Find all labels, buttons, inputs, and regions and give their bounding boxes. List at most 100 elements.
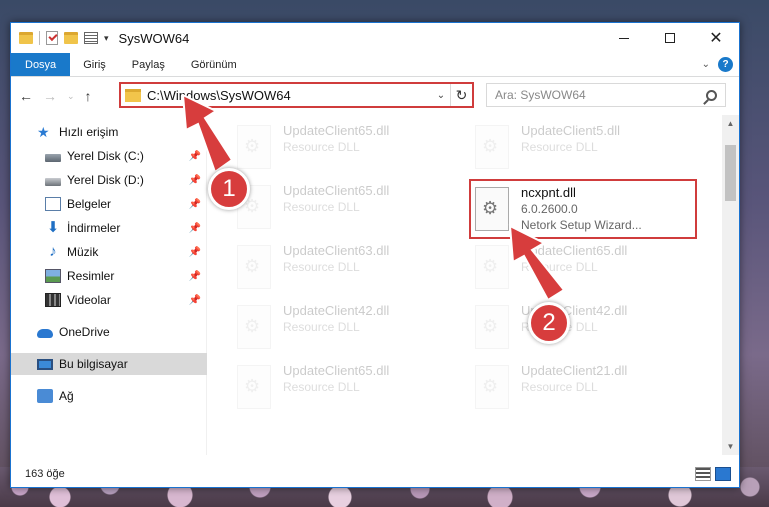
sidebar-item-downloads[interactable]: ⬇ İndirmeler 📌: [11, 217, 207, 239]
pin-icon[interactable]: 📌: [189, 151, 201, 162]
this-pc-icon: [37, 358, 53, 370]
vertical-scrollbar[interactable]: ▲ ▼: [722, 115, 739, 455]
file-type: Resource DLL: [283, 320, 360, 334]
dll-file-icon: [475, 305, 509, 349]
toolbar-divider: [39, 31, 40, 45]
view-toggle: [695, 467, 739, 481]
pin-icon[interactable]: 📌: [189, 199, 201, 210]
file-item[interactable]: UpdateClient65.dll Resource DLL: [475, 241, 705, 295]
item-count: 163 öğe: [25, 468, 65, 480]
sidebar-item-network[interactable]: Ağ: [11, 385, 207, 407]
sidebar-item-label: Videolar: [67, 293, 111, 307]
search-input[interactable]: Ara: SysWOW64: [486, 83, 726, 107]
tab-home[interactable]: Giriş: [70, 53, 119, 76]
sidebar-item-onedrive[interactable]: OneDrive: [11, 321, 207, 343]
search-placeholder: Ara: SysWOW64: [495, 88, 586, 102]
up-arrow-icon[interactable]: ↑: [85, 88, 92, 104]
sidebar-item-local-disk-c[interactable]: Yerel Disk (C:) 📌: [11, 145, 207, 167]
tab-view[interactable]: Görünüm: [178, 53, 250, 76]
file-item[interactable]: UpdateClient42.dll Resource DLL: [475, 301, 705, 355]
highlighted-file-item[interactable]: ncxpnt.dll 6.0.2600.0 Netork Setup Wizar…: [469, 179, 697, 239]
customize-toolbar-dropdown-icon[interactable]: ▾: [104, 33, 109, 44]
folder-icon[interactable]: [19, 32, 33, 44]
file-type: Resource DLL: [521, 380, 598, 394]
address-bar[interactable]: C:\Windows\SysWOW64 ⌄ ↻: [119, 82, 474, 108]
sidebar-item-label: Bu bilgisayar: [59, 357, 128, 371]
sidebar-item-label: Belgeler: [67, 197, 112, 211]
dll-file-icon: [475, 245, 509, 289]
sidebar-item-documents[interactable]: Belgeler 📌: [11, 193, 207, 215]
file-name: UpdateClient65.dll: [283, 123, 390, 138]
file-item[interactable]: UpdateClient21.dll Resource DLL: [475, 361, 705, 415]
videos-icon: [45, 293, 61, 307]
file-name: UpdateClient65.dll: [283, 363, 390, 378]
new-folder-icon[interactable]: [64, 32, 78, 44]
pin-icon[interactable]: 📌: [189, 223, 201, 234]
file-item[interactable]: UpdateClient42.dll Resource DLL: [237, 301, 467, 355]
sidebar-item-label: Yerel Disk (D:): [67, 173, 144, 187]
drive-icon: [45, 177, 61, 186]
dll-file-icon: [475, 125, 509, 169]
back-arrow-icon[interactable]: ←: [19, 88, 33, 104]
file-version: 6.0.2600.0: [521, 202, 578, 216]
file-item[interactable]: UpdateClient63.dll Resource DLL: [237, 241, 467, 295]
sidebar-item-label: İndirmeler: [67, 221, 121, 235]
pin-icon[interactable]: 📌: [189, 175, 201, 186]
file-name: UpdateClient21.dll: [521, 363, 628, 378]
expand-ribbon-chevron-icon[interactable]: ⌄: [702, 59, 710, 70]
file-item[interactable]: UpdateClient65.dll Resource DLL: [237, 181, 467, 235]
file-type: Resource DLL: [521, 140, 598, 154]
file-type: Resource DLL: [283, 140, 360, 154]
forward-arrow-icon[interactable]: →: [43, 88, 57, 104]
address-dropdown-icon[interactable]: ⌄: [432, 90, 450, 101]
file-item[interactable]: UpdateClient5.dll Resource DLL: [475, 121, 705, 175]
sidebar-item-pictures[interactable]: Resimler 📌: [11, 265, 207, 287]
quick-access-toolbar: ▾: [19, 31, 109, 45]
dll-file-icon: [237, 305, 271, 349]
pin-icon[interactable]: 📌: [189, 295, 201, 306]
minimize-button[interactable]: [601, 23, 647, 53]
maximize-button[interactable]: [647, 23, 693, 53]
pin-icon[interactable]: 📌: [189, 247, 201, 258]
properties-check-icon[interactable]: [46, 31, 58, 45]
properties-icon[interactable]: [84, 32, 98, 44]
file-item[interactable]: UpdateClient65.dll Resource DLL: [237, 361, 467, 415]
close-button[interactable]: ✕: [693, 23, 739, 53]
sidebar-item-quick-access[interactable]: ★ Hızlı erişim: [11, 121, 207, 143]
minimize-icon: [619, 37, 629, 39]
details-view-icon[interactable]: [695, 467, 711, 481]
file-name: UpdateClient42.dll: [283, 303, 390, 318]
file-item[interactable]: UpdateClient65.dll Resource DLL: [237, 121, 467, 175]
tab-share[interactable]: Paylaş: [119, 53, 178, 76]
file-explorer-window: ▾ SysWOW64 ✕ Dosya Giriş Paylaş Görünüm …: [10, 22, 740, 488]
search-icon[interactable]: [706, 89, 717, 101]
folder-icon: [125, 88, 141, 102]
pin-icon[interactable]: 📌: [189, 271, 201, 282]
dll-file-icon: [237, 245, 271, 289]
step-2-badge: 2: [528, 302, 570, 344]
sidebar-item-this-pc[interactable]: Bu bilgisayar: [11, 353, 207, 375]
scroll-down-icon[interactable]: ▼: [722, 438, 739, 455]
recent-locations-chevron-icon[interactable]: ⌄: [67, 91, 75, 102]
file-name: UpdateClient63.dll: [283, 243, 390, 258]
sidebar-item-local-disk-d[interactable]: Yerel Disk (D:) 📌: [11, 169, 207, 191]
file-name: ncxpnt.dll: [521, 185, 576, 200]
dll-file-icon: [475, 365, 509, 409]
dll-file-icon: [475, 187, 509, 231]
scroll-thumb[interactable]: [725, 145, 736, 201]
address-path[interactable]: C:\Windows\SysWOW64: [147, 88, 291, 103]
help-icon[interactable]: ?: [718, 57, 733, 72]
star-icon: ★: [37, 124, 50, 140]
network-icon: [37, 389, 53, 403]
maximize-icon: [665, 33, 675, 43]
dll-file-icon: [237, 365, 271, 409]
large-icons-view-icon[interactable]: [715, 467, 731, 481]
step-1-badge: 1: [208, 168, 250, 210]
dll-file-icon: [237, 125, 271, 169]
scroll-up-icon[interactable]: ▲: [722, 115, 739, 132]
sidebar-item-videos[interactable]: Videolar 📌: [11, 289, 207, 311]
refresh-icon[interactable]: ↻: [450, 84, 472, 106]
sidebar-item-music[interactable]: ♪ Müzik 📌: [11, 241, 207, 263]
tab-file[interactable]: Dosya: [11, 53, 71, 76]
music-icon: ♪: [49, 243, 57, 260]
